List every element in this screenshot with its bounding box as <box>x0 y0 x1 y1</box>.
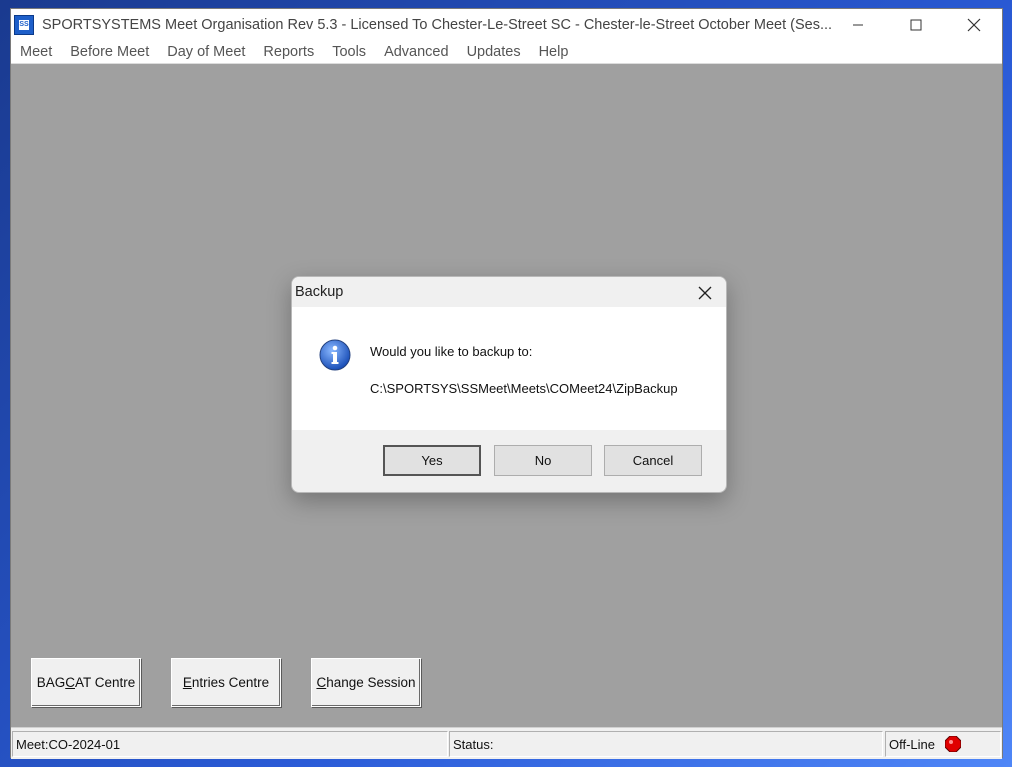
menu-day-of-meet[interactable]: Day of Meet <box>158 40 254 64</box>
offline-status-icon <box>944 735 962 753</box>
dialog-title: Backup <box>295 284 344 300</box>
backup-dialog: Backup Would you like to backup to: C:\S… <box>291 276 727 493</box>
close-icon <box>698 286 712 300</box>
meet-code-panel: Meet:CO-2024-01 <box>12 731 448 757</box>
no-button[interactable]: No <box>494 445 592 476</box>
dialog-body: Would you like to backup to: C:\SPORTSYS… <box>292 307 726 430</box>
entries-centre-button[interactable]: Entries Centre <box>171 658 281 707</box>
close-button[interactable] <box>945 9 1003 40</box>
dialog-backup-path: C:\SPORTSYS\SSMeet\Meets\COMeet24\ZipBac… <box>370 381 678 396</box>
change-session-button[interactable]: Change Session <box>311 658 421 707</box>
minimize-icon <box>853 24 863 25</box>
maximize-icon <box>910 19 922 30</box>
connection-status: Off-Line <box>889 736 936 752</box>
app-logo-icon[interactable]: SS <box>14 14 34 35</box>
info-icon <box>319 339 351 371</box>
status-panel: Status: <box>449 731 883 757</box>
bagcat-centre-button[interactable]: BAG C AT Centre <box>31 658 141 707</box>
yes-button[interactable]: Yes <box>383 445 481 476</box>
menu-tools[interactable]: Tools <box>323 40 375 64</box>
dialog-message: Would you like to backup to: <box>370 344 533 359</box>
menu-updates[interactable]: Updates <box>458 40 530 64</box>
cancel-button[interactable]: Cancel <box>604 445 702 476</box>
title-bar[interactable]: SS SPORTSYSTEMS Meet Organisation Rev 5.… <box>11 9 1002 40</box>
dialog-title-bar[interactable]: Backup <box>292 277 726 307</box>
close-icon <box>967 18 981 31</box>
menu-advanced[interactable]: Advanced <box>375 40 458 64</box>
status-bar: Meet:CO-2024-01 Status: Off-Line <box>11 727 1002 759</box>
minimize-button[interactable] <box>829 9 887 40</box>
connection-panel: Off-Line <box>885 731 1001 757</box>
menu-reports[interactable]: Reports <box>254 40 323 64</box>
dialog-close-button[interactable] <box>694 282 716 304</box>
menu-help[interactable]: Help <box>530 40 578 64</box>
menu-meet[interactable]: Meet <box>11 40 61 64</box>
app-window: SS SPORTSYSTEMS Meet Organisation Rev 5.… <box>10 8 1003 759</box>
menu-bar: Meet Before Meet Day of Meet Reports Too… <box>11 40 1002 64</box>
window-title: SPORTSYSTEMS Meet Organisation Rev 5.3 -… <box>42 16 833 33</box>
maximize-button[interactable] <box>887 9 945 40</box>
menu-before-meet[interactable]: Before Meet <box>61 40 158 64</box>
